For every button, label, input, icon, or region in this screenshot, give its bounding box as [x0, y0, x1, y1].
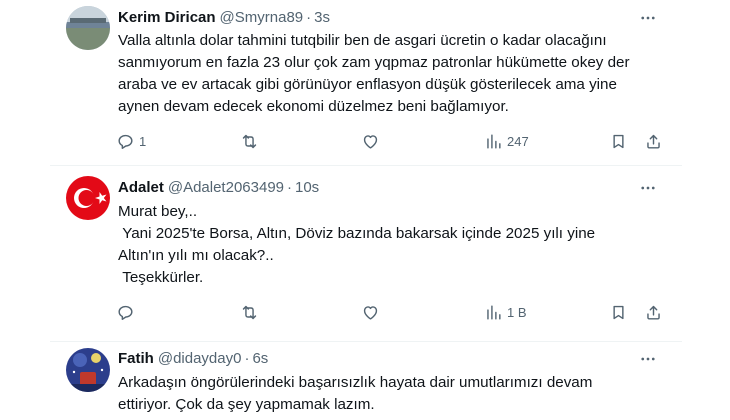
timestamp[interactable]: 6s [252, 350, 268, 367]
views-button[interactable]: 1 B [484, 300, 527, 324]
tweet-text: Murat bey,.. Yani 2025'te Borsa, Altın, … [118, 203, 596, 286]
bookmark-icon [609, 303, 628, 322]
reply-icon [116, 132, 135, 151]
tweet-header: Adalet @Adalet2063499 · 10s [118, 179, 319, 197]
views-count: 247 [507, 133, 529, 149]
author-handle[interactable]: @didayday0 [158, 350, 242, 367]
avatar[interactable] [66, 176, 110, 220]
tweet-text: Arkadaşın öngörülerindeki başarısızlık h… [118, 374, 593, 413]
author-name[interactable]: Kerim Dirican [118, 9, 216, 26]
reply-button[interactable] [116, 300, 135, 324]
timestamp[interactable]: 3s [314, 9, 330, 26]
views-icon [484, 132, 503, 151]
avatar[interactable] [66, 6, 110, 50]
views-icon [484, 303, 503, 322]
share-button[interactable] [644, 129, 663, 153]
share-button[interactable] [644, 300, 663, 324]
avatar-landscape-image [66, 6, 110, 50]
views-button[interactable]: 247 [484, 129, 529, 153]
tweet-text: Valla altınla dolar tahmini tutqbilir be… [118, 32, 630, 115]
avatar-night-sky-image [66, 348, 110, 392]
avatar-turkish-flag-image [66, 176, 110, 220]
share-icon [644, 132, 663, 151]
author-name[interactable]: Adalet [118, 179, 164, 196]
tweet-header: Kerim Dirican @Smyrna89 · 3s [118, 9, 330, 27]
separator-dot: · [287, 179, 292, 196]
reply-icon [116, 303, 135, 322]
author-handle[interactable]: @Smyrna89 [220, 9, 304, 26]
more-icon[interactable] [638, 350, 658, 368]
views-count: 1 B [507, 304, 527, 320]
action-bar: 1 B [112, 300, 652, 324]
reply-button[interactable]: 1 [116, 129, 146, 153]
retweet-icon [240, 132, 259, 151]
retweet-icon [240, 303, 259, 322]
bookmark-icon [609, 132, 628, 151]
like-icon [361, 132, 380, 151]
bookmark-button[interactable] [609, 300, 628, 324]
retweet-button[interactable] [240, 300, 259, 324]
tweet-fatih[interactable]: Fatih @didayday0 · 6s Arkadaşın öngörülerin… [0, 342, 730, 420]
action-bar: 1 247 [112, 129, 652, 153]
separator-dot: · [244, 350, 250, 367]
avatar[interactable] [66, 348, 110, 392]
tweet-adalet[interactable]: Adalet @Adalet2063499 · 10s Murat bey,.. Ya… [0, 166, 730, 341]
share-icon [644, 303, 663, 322]
author-handle[interactable]: @Adalet2063499 [168, 179, 284, 196]
like-icon [361, 303, 380, 322]
bookmark-button[interactable] [609, 129, 628, 153]
like-button[interactable] [361, 300, 380, 324]
tweet-kerim[interactable]: Kerim Dirican @Smyrna89 · 3s Valla altınla … [0, 0, 730, 165]
like-button[interactable] [361, 129, 380, 153]
reply-count: 1 [139, 133, 147, 149]
more-icon[interactable] [638, 9, 658, 27]
tweet-header: Fatih @didayday0 · 6s [118, 350, 268, 368]
more-icon[interactable] [638, 179, 658, 197]
retweet-button[interactable] [240, 129, 259, 153]
separator-dot: · [306, 9, 312, 26]
timestamp[interactable]: 10s [295, 179, 319, 196]
author-name[interactable]: Fatih [118, 350, 154, 367]
